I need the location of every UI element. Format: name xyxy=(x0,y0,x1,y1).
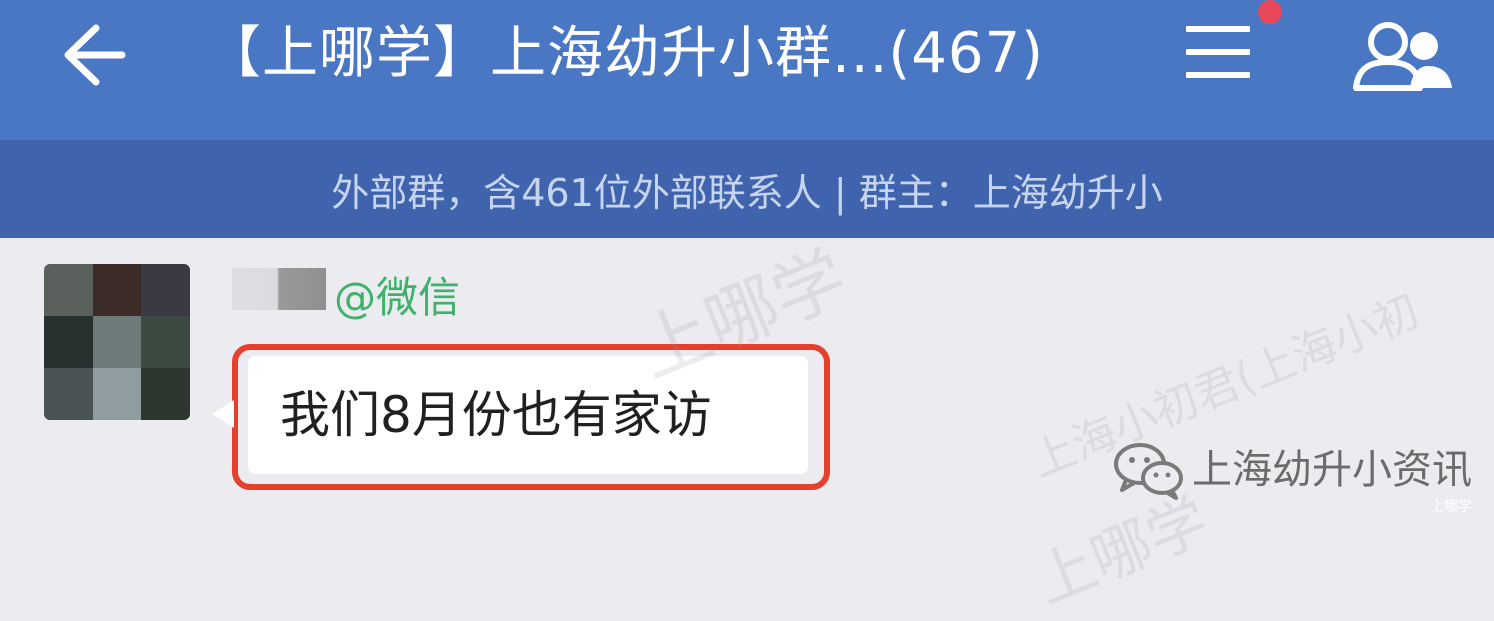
wechat-logo-icon xyxy=(1114,443,1183,500)
sender-avatar[interactable] xyxy=(44,264,190,420)
message-bubble-tail xyxy=(212,400,234,428)
sender-source-tag: @微信 xyxy=(334,273,461,322)
group-info-text: 外部群，含461位外部联系人 | 群主：上海幼升小 xyxy=(331,171,1163,215)
official-account-name: 上海幼升小资讯 xyxy=(1192,447,1472,493)
group-info-bar[interactable]: 外部群，含461位外部联系人 | 群主：上海幼升小 xyxy=(0,140,1494,238)
group-members-icon[interactable] xyxy=(1352,20,1456,92)
hamburger-menu-icon[interactable] xyxy=(1186,26,1250,86)
notification-dot xyxy=(1258,0,1282,24)
chat-top-bar: 【上哪学】上海幼升小群...(467) xyxy=(0,0,1494,140)
sender-name-blurred xyxy=(232,268,326,310)
message-text: 我们8月份也有家访 xyxy=(280,386,712,444)
corner-watermark: 上哪学 xyxy=(1430,499,1472,515)
arrow-left-icon[interactable] xyxy=(52,18,132,92)
chat-title: 【上哪学】上海幼升小群...(467) xyxy=(205,21,1044,86)
